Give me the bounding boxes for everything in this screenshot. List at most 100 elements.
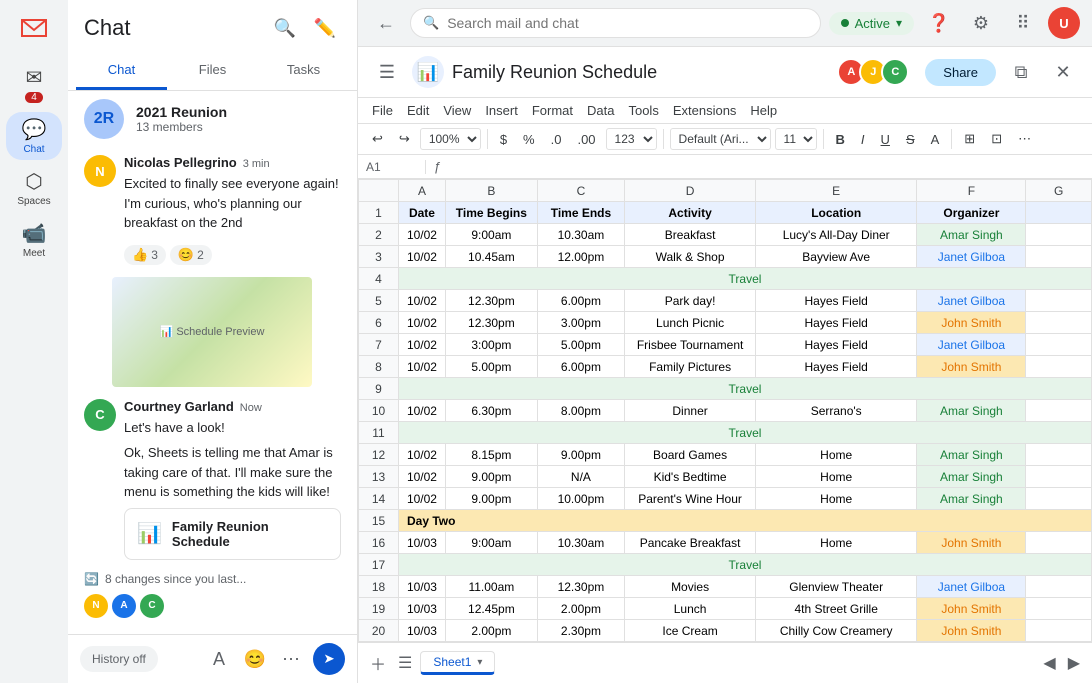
table-cell[interactable]: Location [756,202,917,224]
table-cell[interactable] [1026,290,1092,312]
table-cell[interactable]: 6.30pm [445,400,537,422]
table-cell[interactable]: Home [756,444,917,466]
italic-button[interactable]: I [855,129,871,150]
zoom-select[interactable]: 100% [420,128,481,150]
table-cell[interactable]: 12.30pm [445,290,537,312]
menu-extensions[interactable]: Extensions [667,100,743,121]
decimal2-button[interactable]: .00 [571,129,601,150]
table-cell[interactable] [1026,356,1092,378]
table-cell[interactable]: 5.00pm [537,334,624,356]
table-cell[interactable]: Activity [625,202,756,224]
table-cell[interactable]: Amar Singh [917,488,1026,510]
col-c-header[interactable]: C [537,180,624,202]
table-cell-day-label[interactable]: Day Two [399,510,1092,532]
col-g-header[interactable]: G [1026,180,1092,202]
table-cell[interactable] [1026,466,1092,488]
bold-button[interactable]: B [830,129,851,150]
table-cell[interactable]: Breakfast [625,224,756,246]
table-cell[interactable]: Home [756,466,917,488]
table-cell[interactable]: 9.00pm [445,466,537,488]
send-message-button[interactable]: ➤ [313,643,345,675]
col-f-header[interactable]: F [917,180,1026,202]
table-cell[interactable]: Walk & Shop [625,246,756,268]
table-cell[interactable]: Organizer [917,202,1026,224]
table-cell[interactable]: 6.00pm [537,290,624,312]
sheet-tab-sheet1[interactable]: Sheet1 ▾ [420,651,495,675]
table-cell[interactable] [1026,312,1092,334]
menu-edit[interactable]: Edit [401,100,435,121]
table-cell[interactable]: Hayes Field [756,290,917,312]
table-cell[interactable] [1026,620,1092,642]
table-cell[interactable]: Parent's Wine Hour [625,488,756,510]
table-cell[interactable] [1026,400,1092,422]
table-cell[interactable]: Pancake Breakfast [625,532,756,554]
table-cell[interactable]: 8.15pm [445,444,537,466]
table-cell[interactable]: Lucy's All-Day Diner [756,224,917,246]
table-cell[interactable]: Amar Singh [917,466,1026,488]
strikethrough-button[interactable]: S [900,129,921,150]
table-cell[interactable]: 9.00pm [537,444,624,466]
table-cell[interactable]: Janet Gilboa [917,246,1026,268]
table-cell[interactable]: Lunch [625,598,756,620]
tab-files[interactable]: Files [167,52,258,90]
table-cell[interactable] [1026,246,1092,268]
table-cell[interactable]: 10/03 [399,576,446,598]
table-cell[interactable]: 10/02 [399,334,446,356]
table-cell[interactable]: Frisbee Tournament [625,334,756,356]
table-cell[interactable]: Movies [625,576,756,598]
table-cell[interactable]: 8.00pm [537,400,624,422]
table-cell[interactable]: Family Pictures [625,356,756,378]
table-cell[interactable]: John Smith [917,598,1026,620]
table-cell[interactable]: 10/02 [399,290,446,312]
table-cell[interactable]: Kid's Bedtime [625,466,756,488]
table-cell[interactable]: 10/02 [399,356,446,378]
table-cell[interactable] [1026,202,1092,224]
table-cell[interactable]: John Smith [917,312,1026,334]
reaction-thumbsup[interactable]: 👍 3 [124,245,166,265]
menu-format[interactable]: Format [526,100,579,121]
table-cell[interactable]: 10/03 [399,532,446,554]
number-format-select[interactable]: 123 [606,128,657,150]
table-cell[interactable]: Serrano's [756,400,917,422]
table-cell[interactable]: 4th Street Grille [756,598,917,620]
menu-help[interactable]: Help [744,100,783,121]
table-cell[interactable]: 2.00pm [537,598,624,620]
table-cell[interactable] [1026,224,1092,246]
table-cell[interactable] [1026,488,1092,510]
table-cell[interactable]: N/A [537,466,624,488]
font-select[interactable]: Default (Ari... [670,128,771,150]
table-cell[interactable]: Glenview Theater [756,576,917,598]
table-cell[interactable]: 10/02 [399,488,446,510]
table-cell[interactable]: Bayview Ave [756,246,917,268]
table-cell-travel[interactable]: Travel [399,378,1092,400]
table-cell[interactable] [1026,576,1092,598]
sidebar-item-chat[interactable]: 💬 Chat [6,112,62,160]
back-button[interactable]: ← [370,7,402,39]
add-sheet-button[interactable]: ＋ [366,647,390,679]
tab-tasks[interactable]: Tasks [258,52,349,90]
table-cell[interactable]: Hayes Field [756,356,917,378]
table-cell[interactable]: 9.00pm [445,488,537,510]
table-cell[interactable]: 12.30pm [445,312,537,334]
table-cell[interactable]: Dinner [625,400,756,422]
history-off-button[interactable]: History off [80,646,158,672]
table-cell[interactable]: 9:00am [445,532,537,554]
more-formats-button[interactable]: ⋯ [1012,128,1037,150]
table-cell[interactable]: Janet Gilboa [917,334,1026,356]
close-sheet-button[interactable]: ✕ [1046,55,1080,89]
table-cell[interactable]: 3.00pm [537,312,624,334]
menu-file[interactable]: File [366,100,399,121]
table-cell[interactable]: 10.30am [537,224,624,246]
currency-button[interactable]: $ [494,129,513,150]
table-cell[interactable]: 2.00pm [445,620,537,642]
table-cell[interactable]: 10/02 [399,312,446,334]
table-cell[interactable] [1026,334,1092,356]
decimal-button[interactable]: .0 [545,129,568,150]
font-size-select[interactable]: 11 [775,128,817,150]
table-cell[interactable]: Janet Gilboa [917,576,1026,598]
table-cell[interactable] [1026,532,1092,554]
sidebar-item-mail[interactable]: ✉ 4 [6,60,62,108]
table-cell[interactable]: 9:00am [445,224,537,246]
user-avatar[interactable]: U [1048,7,1080,39]
table-cell[interactable]: Janet Gilboa [917,290,1026,312]
